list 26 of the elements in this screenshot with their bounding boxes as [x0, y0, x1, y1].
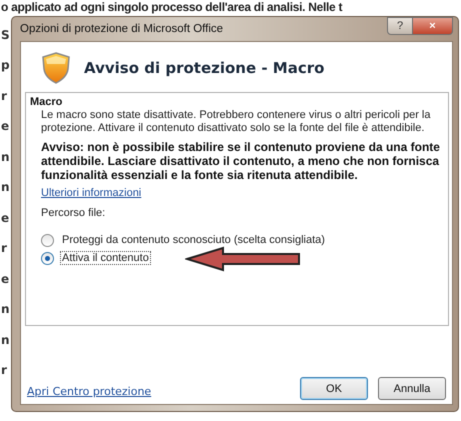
document-text: r — [1, 90, 8, 103]
path-label: Percorso file: — [41, 207, 106, 219]
option-label[interactable]: Proteggi da contenuto sconosciuto (scelta consigliata) — [60, 233, 327, 247]
document-text: p — [1, 59, 11, 72]
more-info-link[interactable]: Ulteriori informazioni — [41, 187, 142, 199]
document-text: S — [1, 28, 11, 42]
dialog-heading: Avviso di protezione - Macro — [84, 59, 324, 77]
dialog-button[interactable]: Annulla — [378, 377, 446, 400]
document-text: e — [1, 272, 10, 286]
help-button[interactable]: ? — [387, 17, 413, 35]
document-text: n — [1, 303, 11, 316]
document-text: r — [1, 364, 8, 378]
warning-text: Avviso: non è possibile stabilire se il contenuto proviene da una fonte attendibile. Lasciare disattivato il contenuto, a meno che non fornisca funzionalità essenziali e la fonte sia ritenuta attendibile. — [41, 140, 440, 182]
section-heading: Macro — [29, 95, 64, 108]
description-text: Le macro sono state disattivate. Potrebbero contenere virus o altri pericoli per la protezione. Attivare il contenuto disattivato solo se la fonte del file è attendibile. — [41, 109, 432, 135]
trust-center-link[interactable]: Apri Centro protezione — [27, 385, 152, 398]
document-text: n — [1, 334, 11, 347]
document-text: o applicato ad ogni singolo processo dell'area di analisi. Nelle t — [0, 0, 344, 15]
window-title: Opzioni di protezione di Microsoft Office — [20, 23, 224, 35]
option-label[interactable]: Attiva il contenuto — [60, 251, 151, 265]
document-text: e — [1, 120, 10, 134]
document-text: n — [1, 150, 11, 164]
dialog-button[interactable]: OK — [300, 377, 368, 400]
document-text: n — [1, 181, 11, 194]
document-text: r — [1, 242, 8, 256]
document-text: e — [1, 212, 10, 225]
